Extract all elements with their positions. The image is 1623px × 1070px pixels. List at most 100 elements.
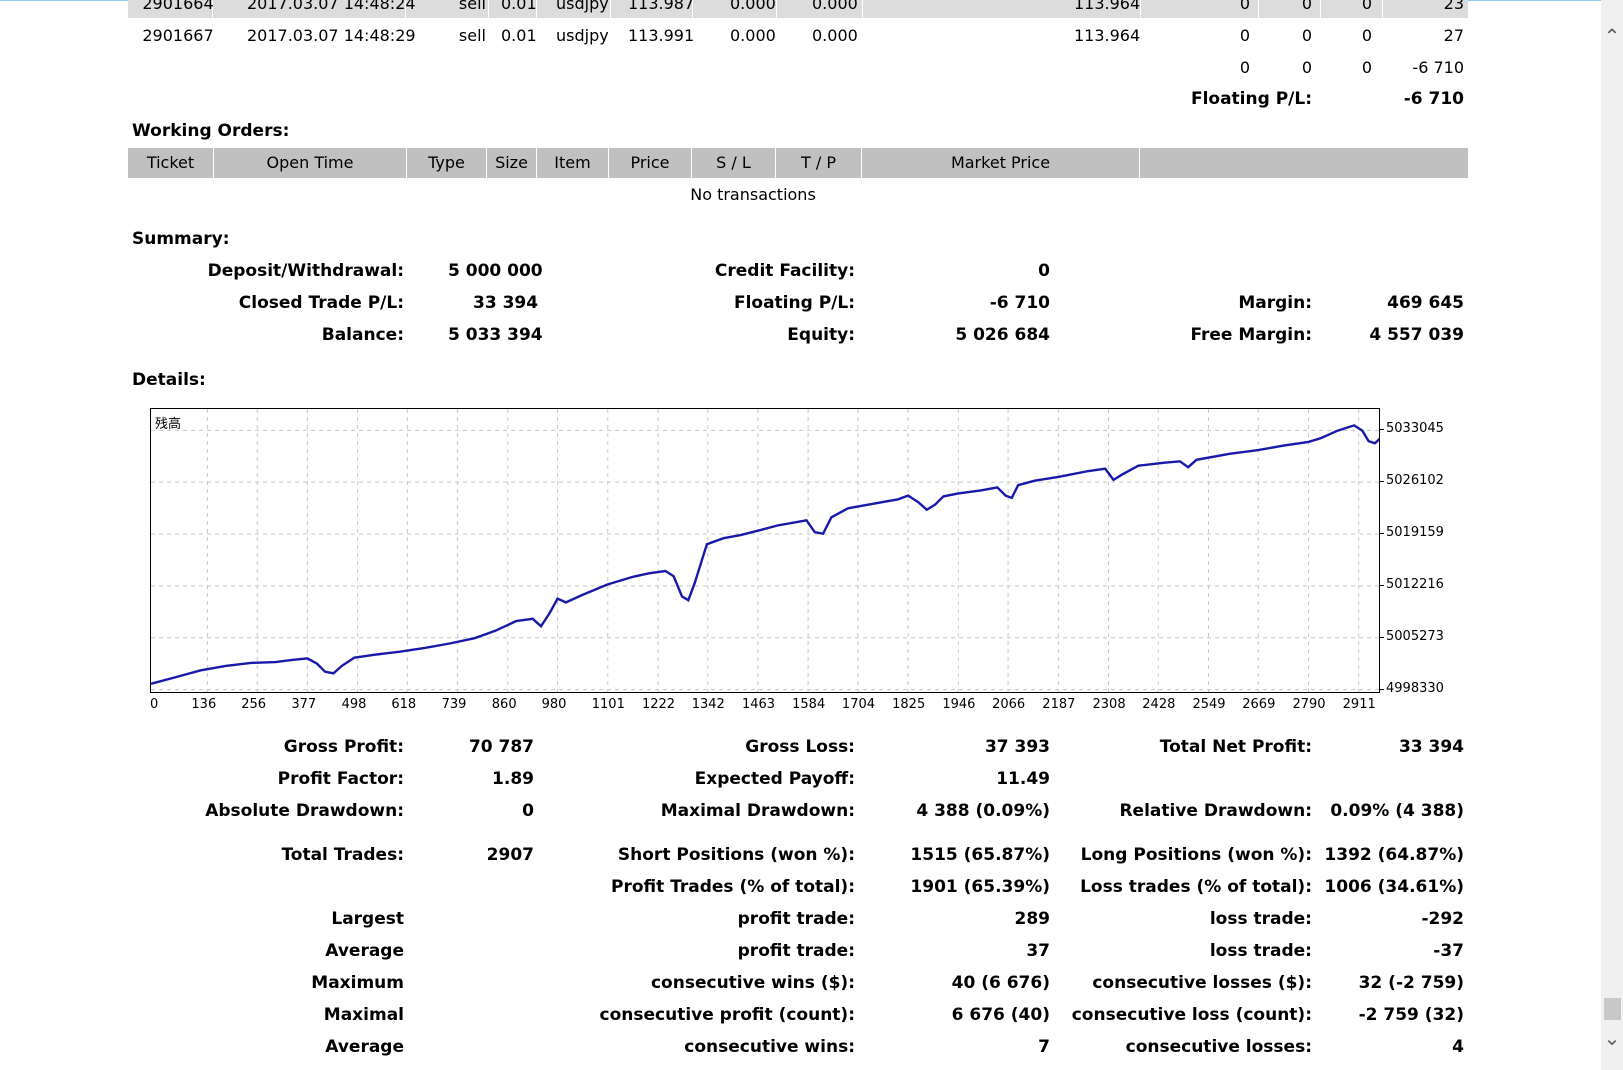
ticket-cell: 2901664	[142, 0, 214, 13]
relative-drawdown-label: Relative Drawdown:	[1119, 801, 1312, 821]
gross-profit-label: Gross Profit:	[283, 737, 404, 757]
absolute-drawdown-label: Absolute Drawdown:	[205, 801, 404, 821]
margin-label: Margin:	[1238, 293, 1312, 313]
maximal-drawdown-value: 4 388 (0.09%)	[916, 801, 1050, 821]
average2-label: Average	[325, 1037, 404, 1057]
size-cell: 0.01	[501, 26, 537, 45]
col-divider	[610, 0, 611, 18]
credit-value: 0	[1038, 261, 1050, 281]
closed-pl-value: 33 394	[473, 293, 539, 313]
size-cell: 0.01	[501, 0, 537, 13]
x-tick-label: 1342	[691, 697, 725, 712]
maximal-loss-label: consecutive loss (count):	[1071, 1005, 1312, 1025]
x-tick-label: 0	[150, 697, 159, 712]
average-label: Average	[325, 941, 404, 961]
no-transactions-text: No transactions	[690, 185, 816, 204]
summary-floating-value: -6 710	[989, 293, 1050, 313]
loss-trades-label: Loss trades (% of total):	[1080, 877, 1312, 897]
open-time-cell: 2017.03.07 14:48:24	[247, 0, 416, 13]
x-tick-label: 136	[191, 697, 217, 712]
free-margin-value: 4 557 039	[1369, 325, 1464, 345]
header-ticket: Ticket	[128, 148, 214, 178]
average-profit-label: profit trade:	[737, 941, 855, 961]
profit-factor-value: 1.89	[492, 769, 534, 789]
x-tick-label: 1101	[591, 697, 625, 712]
maximal-label: Maximal	[323, 1005, 404, 1025]
max-losses-label: consecutive losses ($):	[1092, 973, 1312, 993]
col-divider	[862, 0, 863, 18]
total-net-label: Total Net Profit:	[1159, 737, 1312, 757]
balance-value: 5 033 394	[448, 325, 543, 345]
header-sl: S / L	[692, 148, 776, 178]
y-tick-label: 5012216	[1386, 576, 1444, 592]
chevron-down-icon[interactable]: ⌄	[1601, 1024, 1623, 1052]
largest-profit-value: 289	[1014, 909, 1051, 929]
price-cell: 113.987	[628, 0, 695, 13]
working-orders-title: Working Orders:	[132, 121, 290, 141]
header-type: Type	[407, 148, 487, 178]
x-tick-label: 2669	[1242, 697, 1276, 712]
y-tick-mark	[1379, 481, 1384, 483]
maximal-loss-value: -2 759 (32)	[1358, 1005, 1464, 1025]
type-cell: sell	[458, 0, 486, 13]
balance-chart: 残高	[150, 408, 1380, 693]
x-tick-label: 980	[541, 697, 567, 712]
equity-value: 5 026 684	[955, 325, 1050, 345]
x-tick-label: 2428	[1142, 697, 1176, 712]
details-title: Details:	[132, 370, 206, 390]
deposit-value: 5 000 000	[448, 261, 543, 281]
item-cell: usdjpy	[556, 26, 609, 45]
y-tick-mark	[1379, 584, 1384, 586]
profit-cell: 27	[1443, 26, 1464, 45]
total-net-value: 33 394	[1398, 737, 1464, 757]
x-tick-label: 1825	[892, 697, 926, 712]
x-tick-label: 498	[341, 697, 367, 712]
col-divider	[776, 0, 777, 18]
swap-cell: 0	[1361, 0, 1372, 13]
y-tick-label: 5033045	[1386, 421, 1444, 437]
col-divider	[1258, 0, 1259, 18]
largest-loss-value: -292	[1421, 909, 1464, 929]
total-commission: 0	[1239, 58, 1250, 77]
y-tick-label: 5026102	[1386, 473, 1444, 489]
credit-label: Credit Facility:	[714, 261, 855, 281]
market-price-cell: 113.964	[1074, 0, 1141, 13]
chart-title: 残高	[155, 417, 182, 432]
x-tick-label: 1946	[942, 697, 976, 712]
header-tp: T / P	[776, 148, 862, 178]
x-tick-label: 256	[241, 697, 267, 712]
maximal-drawdown-label: Maximal Drawdown:	[660, 801, 855, 821]
avg-wins-value: 7	[1038, 1037, 1050, 1057]
ticket-cell: 2901667	[142, 26, 214, 45]
relative-drawdown-value: 0.09% (4 388)	[1330, 801, 1464, 821]
swap-cell: 0	[1361, 26, 1372, 45]
gross-loss-value: 37 393	[984, 737, 1050, 757]
y-tick-mark	[1379, 636, 1384, 638]
x-tick-label: 739	[441, 697, 467, 712]
col-divider	[488, 0, 489, 18]
chevron-up-icon[interactable]: ⌃	[1601, 22, 1623, 50]
deposit-label: Deposit/Withdrawal:	[207, 261, 404, 281]
sl-cell: 0.000	[730, 0, 776, 13]
item-cell: usdjpy	[556, 0, 609, 13]
x-tick-label: 1584	[792, 697, 826, 712]
x-tick-label: 2911	[1342, 697, 1376, 712]
x-tick-label: 2308	[1092, 697, 1126, 712]
type-cell: sell	[458, 26, 486, 45]
average-loss-value: -37	[1433, 941, 1464, 961]
expected-payoff-value: 11.49	[996, 769, 1050, 789]
x-tick-label: 377	[291, 697, 317, 712]
avg-wins-label: consecutive wins:	[684, 1037, 855, 1057]
summary-floating-label: Floating P/L:	[733, 293, 855, 313]
vertical-scrollbar[interactable]: ⌃ ⌄	[1601, 0, 1623, 1070]
balance-line	[151, 424, 1379, 685]
avg-losses-value: 4	[1452, 1037, 1464, 1057]
x-tick-label: 2187	[1042, 697, 1076, 712]
maximal-profit-value: 6 676 (40)	[951, 1005, 1050, 1025]
floating-pl-value: -6 710	[1403, 89, 1464, 109]
largest-profit-label: profit trade:	[737, 909, 855, 929]
scrollbar-thumb[interactable]	[1604, 998, 1621, 1020]
average-profit-value: 37	[1026, 941, 1050, 961]
largest-label: Largest	[331, 909, 404, 929]
x-tick-label: 2790	[1292, 697, 1326, 712]
